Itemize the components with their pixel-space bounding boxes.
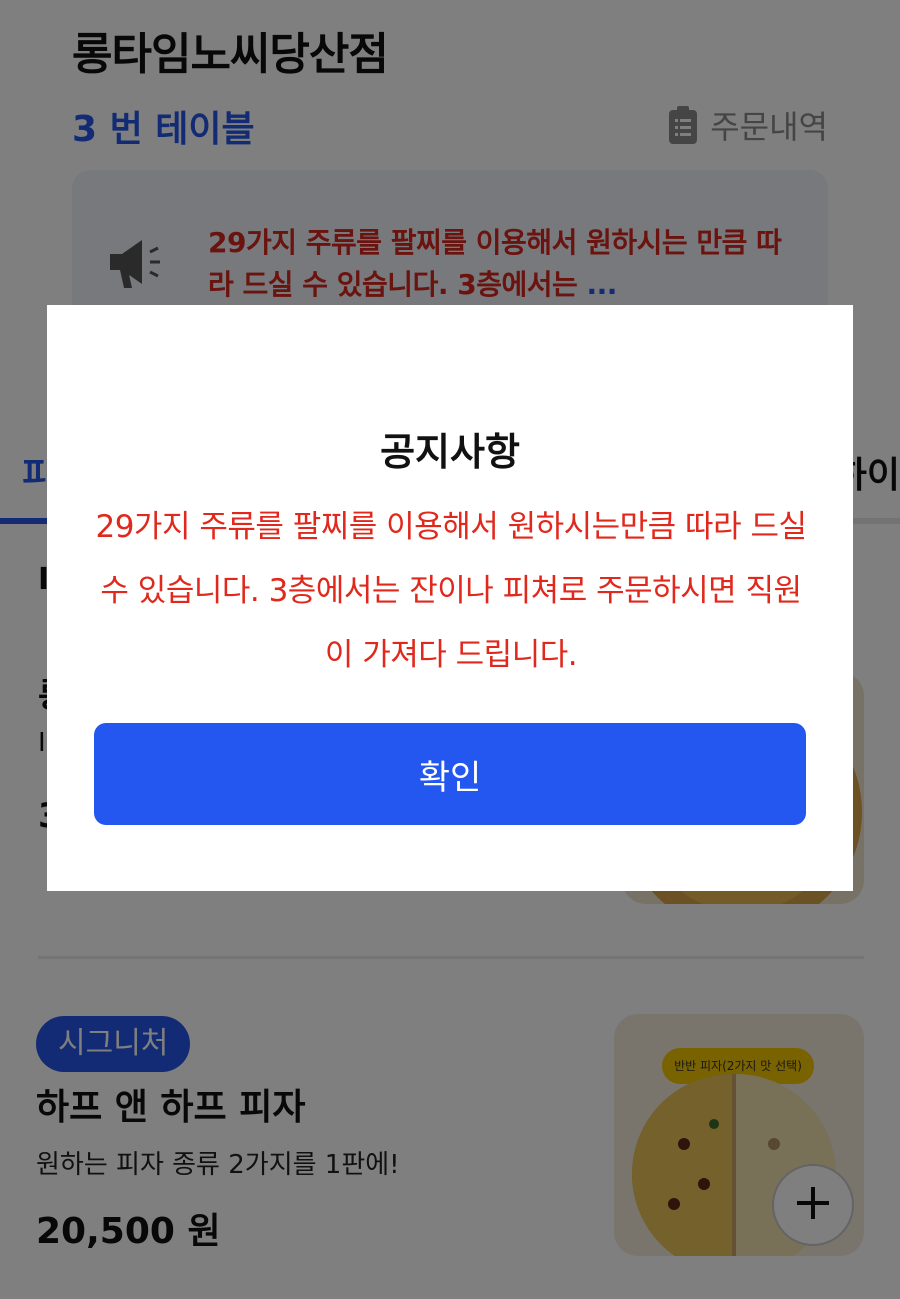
modal-body: 29가지 주류를 팔찌를 이용해서 원하시는만큼 따라 드실 수 있습니다. 3… xyxy=(95,509,807,673)
modal-title: 공지사항 xyxy=(380,430,520,474)
confirm-button[interactable]: 확인 xyxy=(94,723,806,825)
notice-modal: 공지사항 29가지 주류를 팔찌를 이용해서 원하시는만큼 따라 드실 수 있습… xyxy=(47,305,853,891)
